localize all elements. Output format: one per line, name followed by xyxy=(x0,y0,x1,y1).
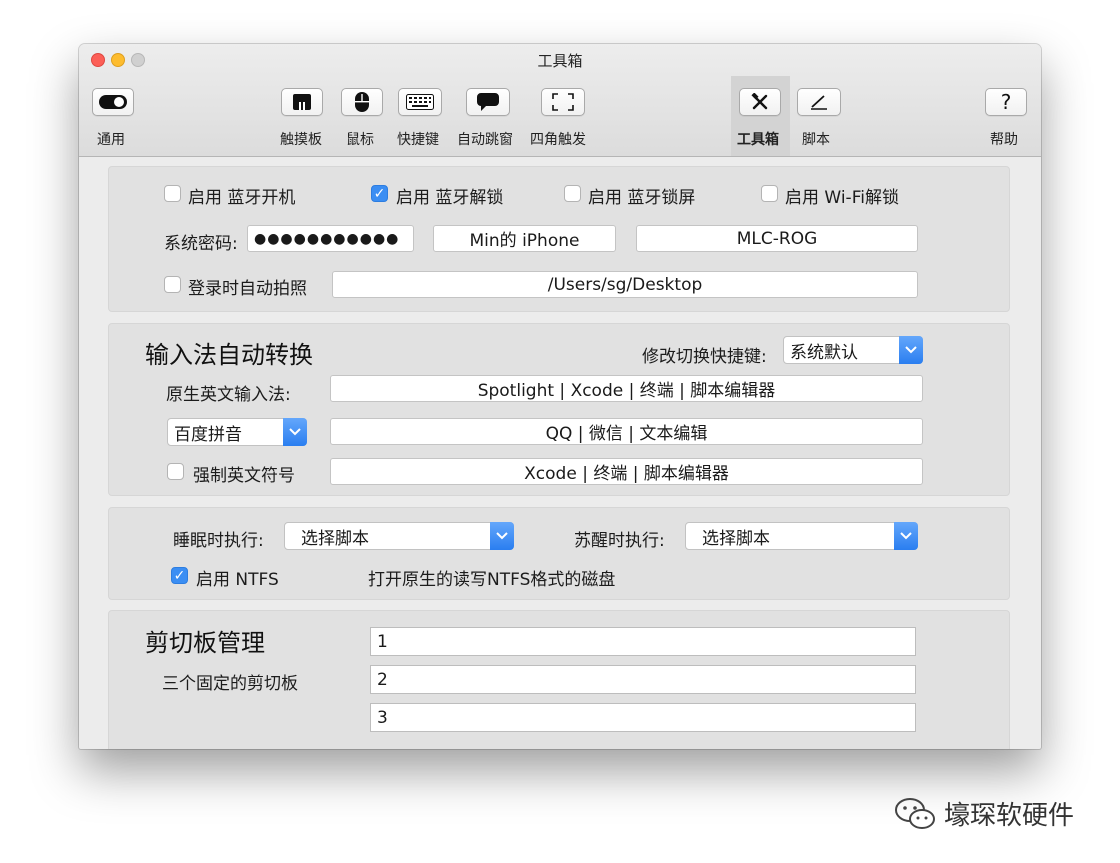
input-method-group: 输入法自动转换 修改切换快捷键: 系统默认 原生英文输入法: Spotlight… xyxy=(108,323,1010,496)
native-ime-apps-field[interactable]: Spotlight | Xcode | 终端 | 脚本编辑器 xyxy=(330,375,923,402)
pen-icon xyxy=(811,95,827,110)
help-icon: ? xyxy=(1000,90,1012,114)
wifi-unlock-label: 启用 Wi-Fi解锁 xyxy=(785,188,899,208)
title-toolbar: 工具箱 通用 触摸板 鼠标 快捷键 自动跳窗 四角触发 工具箱 脚本 ? 帮助 xyxy=(79,44,1041,157)
force-en-symbol-apps-field[interactable]: Xcode | 终端 | 脚本编辑器 xyxy=(330,458,923,485)
toolbar-label-trackpad: 触摸板 xyxy=(280,132,322,148)
bt-unlock-label: 启用 蓝牙解锁 xyxy=(396,188,504,208)
toolbar-toolbox-button[interactable] xyxy=(739,88,781,116)
bt-power-on-label: 启用 蓝牙开机 xyxy=(188,188,296,208)
toolbar-autojump-button[interactable] xyxy=(466,88,510,116)
bluetooth-group: 启用 蓝牙开机 启用 蓝牙解锁 启用 蓝牙锁屏 启用 Wi-Fi解锁 系统密码:… xyxy=(108,166,1010,312)
app-window: 工具箱 通用 触摸板 鼠标 快捷键 自动跳窗 四角触发 工具箱 脚本 ? 帮助 … xyxy=(79,44,1041,749)
sleep-label: 睡眠时执行: xyxy=(173,531,264,551)
toolbar-label-general: 通用 xyxy=(97,132,125,148)
clipboard-group: 剪切板管理 三个固定的剪切板 1 2 3 xyxy=(108,610,1010,749)
mouse-icon xyxy=(355,92,369,112)
chevron-down-icon xyxy=(283,418,307,446)
wake-script-value: 选择脚本 xyxy=(702,528,770,549)
bt-lock-label: 启用 蓝牙锁屏 xyxy=(588,188,696,208)
sleep-script-popup[interactable]: 选择脚本 xyxy=(284,522,514,550)
wechat-icon xyxy=(895,797,935,829)
ime-popup[interactable]: 百度拼音 xyxy=(167,418,307,446)
toolbar-help-button[interactable]: ? xyxy=(985,88,1027,116)
ntfs-description: 打开原生的读写NTFS格式的磁盘 xyxy=(368,570,616,590)
chevron-down-icon xyxy=(899,336,923,364)
ntfs-checkbox[interactable] xyxy=(171,567,188,584)
clipboard-slot-2[interactable]: 2 xyxy=(370,665,916,694)
toolbar-label-autojump: 自动跳窗 xyxy=(457,132,513,148)
bt-unlock-checkbox[interactable] xyxy=(371,185,388,202)
sleep-script-value: 选择脚本 xyxy=(301,528,369,549)
shortcut-popup[interactable]: 系统默认 xyxy=(783,336,923,364)
sleep-ntfs-group: 睡眠时执行: 选择脚本 苏醒时执行: 选择脚本 启用 NTFS 打开原生的读写N… xyxy=(108,507,1010,600)
login-photo-checkbox[interactable] xyxy=(164,276,181,293)
wifi-unlock-checkbox[interactable] xyxy=(761,185,778,202)
wake-label: 苏醒时执行: xyxy=(574,531,665,551)
toolbar-label-shortcut: 快捷键 xyxy=(397,132,439,148)
watermark: 壕琛软硬件 xyxy=(894,795,1074,832)
toolbar-shortcut-button[interactable] xyxy=(398,88,442,116)
bt-power-on-checkbox[interactable] xyxy=(164,185,181,202)
ntfs-label: 启用 NTFS xyxy=(196,570,279,590)
force-en-symbol-checkbox[interactable] xyxy=(167,463,184,480)
bt-lock-checkbox[interactable] xyxy=(564,185,581,202)
toggle-icon xyxy=(99,95,127,109)
wake-script-popup[interactable]: 选择脚本 xyxy=(685,522,918,550)
toolbar-trackpad-button[interactable] xyxy=(281,88,323,116)
toolbar-label-script: 脚本 xyxy=(802,132,830,148)
native-ime-label: 原生英文输入法: xyxy=(166,385,291,405)
shortcut-value: 系统默认 xyxy=(790,342,858,363)
toolbar-label-toolbox: 工具箱 xyxy=(737,132,779,148)
login-photo-path-field[interactable]: /Users/sg/Desktop xyxy=(332,271,918,298)
window-title: 工具箱 xyxy=(537,52,583,70)
toolbar-label-mouse: 鼠标 xyxy=(346,132,374,148)
speech-bubble-icon xyxy=(477,93,499,111)
force-en-symbol-label: 强制英文符号 xyxy=(193,466,295,486)
watermark-text: 壕琛软硬件 xyxy=(944,801,1075,831)
ime-value: 百度拼音 xyxy=(174,424,242,445)
chevron-down-icon xyxy=(894,522,918,550)
toolbar-general-button[interactable] xyxy=(92,88,134,116)
corners-icon xyxy=(552,93,574,111)
tools-icon xyxy=(751,93,768,110)
toolbar-script-button[interactable] xyxy=(797,88,841,116)
clipboard-title: 剪切板管理 xyxy=(145,629,265,657)
shortcut-label: 修改切换快捷键: xyxy=(642,347,767,367)
trackpad-icon xyxy=(293,94,311,110)
toolbar-mouse-button[interactable] xyxy=(341,88,383,116)
clipboard-slot-1[interactable]: 1 xyxy=(370,627,916,656)
toolbar-label-hotcorners: 四角触发 xyxy=(530,132,586,148)
keyboard-icon xyxy=(406,94,434,110)
device-pc-field[interactable]: MLC-ROG xyxy=(636,225,918,252)
clipboard-slot-3[interactable]: 3 xyxy=(370,703,916,732)
password-field[interactable]: ●●●●●●●●●●● xyxy=(247,225,414,252)
clipboard-subtitle: 三个固定的剪切板 xyxy=(162,674,298,694)
login-photo-label: 登录时自动拍照 xyxy=(188,279,307,299)
ime-apps-field[interactable]: QQ | 微信 | 文本编辑 xyxy=(330,418,923,445)
chevron-down-icon xyxy=(490,522,514,550)
input-method-title: 输入法自动转换 xyxy=(145,341,313,369)
password-label: 系统密码: xyxy=(164,234,238,254)
toolbar-label-help: 帮助 xyxy=(990,132,1018,148)
toolbar-hotcorners-button[interactable] xyxy=(541,88,585,116)
device-iphone-field[interactable]: Min的 iPhone xyxy=(433,225,616,252)
